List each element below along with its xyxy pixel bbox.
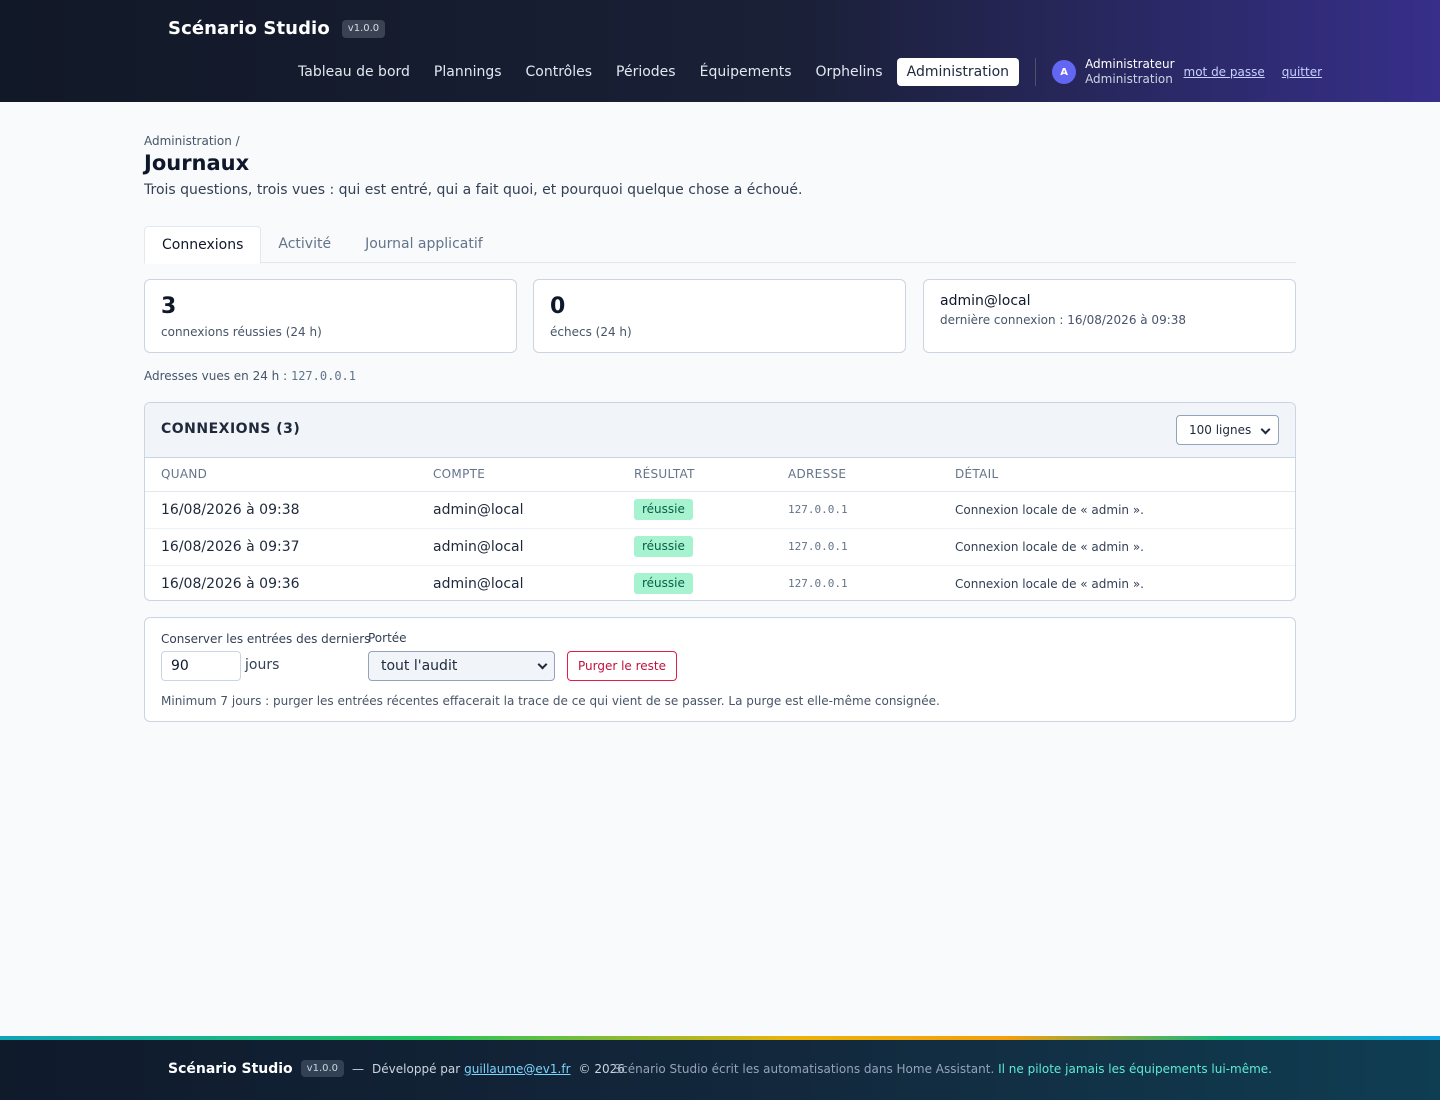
main-nav: Tableau de bord Plannings Contrôles Péri… <box>288 57 1322 87</box>
breadcrumb[interactable]: Administration / <box>144 134 240 148</box>
connections-panel: CONNEXIONS (3) 100 lignes QUAND COMPTE R… <box>144 402 1296 601</box>
status-badge: réussie <box>634 573 693 595</box>
col-address: ADRESSE <box>788 458 955 492</box>
footer-email-link[interactable]: guillaume@ev1.fr <box>464 1062 570 1076</box>
purge-panel: Conserver les entrées des derniers Porté… <box>144 617 1296 722</box>
nav-plannings[interactable]: Plannings <box>424 58 512 86</box>
col-when: QUAND <box>145 458 433 492</box>
version-badge: v1.0.0 <box>341 19 386 38</box>
app-name[interactable]: Scénario Studio <box>168 18 330 39</box>
purge-button[interactable]: Purger le reste <box>567 651 677 681</box>
nav-divider <box>1035 58 1037 86</box>
page-title: Journaux <box>144 151 250 175</box>
nav-orphans[interactable]: Orphelins <box>806 58 893 86</box>
cell-account: admin@local <box>433 575 524 592</box>
cell-when: 16/08/2026 à 09:37 <box>145 528 433 566</box>
table-row: 16/08/2026 à 09:36 admin@local réussie 1… <box>145 565 1295 600</box>
cell-when: 16/08/2026 à 09:36 <box>161 575 300 592</box>
connections-title: CONNEXIONS (3) <box>161 421 301 437</box>
cell-account: admin@local <box>433 528 634 566</box>
last-login-time: dernière connexion : 16/08/2026 à 09:38 <box>940 313 1187 327</box>
success-count: 3 <box>161 294 177 319</box>
footer: Scénario Studio v1.0.0 — Développé par g… <box>0 1040 1440 1100</box>
user-role: Administration <box>1085 72 1173 86</box>
cell-address: 127.0.0.1 <box>788 528 955 566</box>
table-row: 16/08/2026 à 09:37 admin@local réussie 1… <box>145 528 1295 566</box>
top-bar: Scénario Studio v1.0.0 Tableau de bord P… <box>0 0 1440 102</box>
stat-card-success: 3 connexions réussies (24 h) <box>144 279 517 353</box>
quit-link[interactable]: quitter <box>1282 65 1322 79</box>
cell-detail: Connexion locale de « admin ». <box>955 576 1144 591</box>
cell-account: admin@local <box>433 491 634 529</box>
chevron-down-icon <box>1260 424 1271 435</box>
retention-days-input[interactable]: 90 <box>161 651 241 681</box>
user-name: Administrateur <box>1085 57 1175 71</box>
success-label: connexions réussies (24 h) <box>161 325 322 339</box>
addresses-label: Adresses vues en 24 h : <box>144 369 288 383</box>
chevron-down-icon <box>537 659 548 670</box>
password-link[interactable]: mot de passe <box>1184 65 1265 79</box>
user-menu: A Administrateur Administration mot de p… <box>1052 57 1322 87</box>
scope-label: Portée <box>368 631 407 645</box>
cell-when: 16/08/2026 à 09:38 <box>145 491 433 529</box>
stat-card-failures: 0 échecs (24 h) <box>533 279 906 353</box>
table-row: 16/08/2026 à 09:38 admin@local réussie 1… <box>145 491 1295 529</box>
connections-table: QUAND COMPTE RÉSULTAT ADRESSE DÉTAIL 16/… <box>145 458 1295 600</box>
col-account: COMPTE <box>433 458 634 492</box>
user-info: Administrateur Administration <box>1085 57 1174 87</box>
nav-periods[interactable]: Périodes <box>606 58 686 86</box>
status-badge: réussie <box>634 536 693 557</box>
col-result: RÉSULTAT <box>634 458 788 492</box>
footer-version-badge: v1.0.0 <box>300 1060 345 1077</box>
footer-developed-by: Développé par <box>372 1061 461 1076</box>
footer-tagline-text: Scénario Studio écrit les automatisation… <box>613 1062 995 1076</box>
tab-journal-applicatif[interactable]: Journal applicatif <box>348 226 500 263</box>
scope-select[interactable]: tout l'audit <box>368 651 555 681</box>
footer-left: Scénario Studio v1.0.0 — Développé par g… <box>168 1060 625 1077</box>
cell-address: 127.0.0.1 <box>788 491 955 529</box>
footer-dash: — <box>352 1061 365 1076</box>
failure-count: 0 <box>550 294 566 319</box>
purge-note: Minimum 7 jours : purger les entrées réc… <box>161 694 940 708</box>
cell-address: 127.0.0.1 <box>788 577 848 591</box>
tab-activite[interactable]: Activité <box>261 226 348 263</box>
footer-brand: Scénario Studio <box>168 1060 293 1077</box>
rows-per-page-value: 100 lignes <box>1189 423 1252 437</box>
footer-tagline: Scénario Studio écrit les automatisation… <box>614 1062 1272 1076</box>
status-badge: réussie <box>634 499 693 520</box>
avatar: A <box>1052 60 1077 84</box>
retention-label: Conserver les entrées des derniers <box>161 632 371 646</box>
col-detail: DÉTAIL <box>955 458 1295 492</box>
cell-detail: Connexion locale de « admin ». <box>955 528 1295 566</box>
footer-tagline-highlight: Il ne pilote jamais les équipements lui-… <box>998 1062 1272 1076</box>
nav-devices[interactable]: Équipements <box>690 58 802 86</box>
retention-days-unit: jours <box>245 657 280 673</box>
connections-panel-header: CONNEXIONS (3) 100 lignes <box>145 403 1295 458</box>
nav-administration[interactable]: Administration <box>896 58 1020 86</box>
nav-controls[interactable]: Contrôles <box>516 58 603 86</box>
failure-label: échecs (24 h) <box>550 325 632 339</box>
addresses-seen: Adresses vues en 24 h : 127.0.0.1 <box>144 369 356 383</box>
cell-detail: Connexion locale de « admin ». <box>955 491 1295 529</box>
last-login-account: admin@local <box>940 293 1031 309</box>
tab-connexions[interactable]: Connexions <box>144 226 262 264</box>
nav-dashboard[interactable]: Tableau de bord <box>288 58 420 86</box>
stat-card-last-login: admin@local dernière connexion : 16/08/2… <box>923 279 1296 353</box>
table-header-row: QUAND COMPTE RÉSULTAT ADRESSE DÉTAIL <box>145 458 1295 492</box>
addresses-value: 127.0.0.1 <box>290 369 356 383</box>
log-tabs: Connexions Activité Journal applicatif <box>144 226 1296 264</box>
scope-value: tout l'audit <box>381 658 458 674</box>
brand: Scénario Studio v1.0.0 <box>168 18 386 39</box>
rows-per-page-select[interactable]: 100 lignes <box>1176 415 1279 445</box>
page-subtitle: Trois questions, trois vues : qui est en… <box>144 182 803 198</box>
